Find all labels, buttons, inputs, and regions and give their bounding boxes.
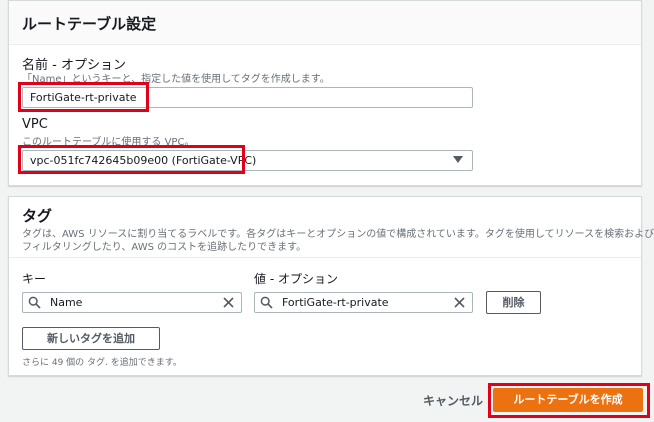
remove-tag-button[interactable]: 削除 (486, 291, 541, 314)
route-table-settings-panel: ルートテーブル設定 名前 - オプション 「Name」というキーと、指定した値を… (8, 0, 642, 186)
tags-panel: タグ タグは、AWS リソースに割り当てるラベルです。各タグはキーとオプションの… (8, 196, 654, 376)
tag-limit-text: さらに 49 個の タグ. を追加できます。 (22, 358, 182, 368)
vpc-label: VPC (22, 117, 48, 132)
panel-title: ルートテーブル設定 (22, 15, 157, 33)
clear-value-icon[interactable] (454, 297, 465, 308)
add-tag-button[interactable]: 新しいタグを追加 (22, 327, 160, 350)
create-route-table-button[interactable]: ルートテーブルを作成 (493, 388, 643, 412)
tag-key-input[interactable]: Name (22, 292, 242, 313)
tags-divider (9, 257, 641, 258)
value-column-header: 値 - オプション (254, 272, 338, 286)
name-description: 「Name」というキーと、指定した値を使用してタグを作成します。 (22, 74, 330, 85)
vpc-selected-value: vpc-051fc742645b09e00 (FortiGate-VPC) (30, 154, 257, 167)
tags-title: タグ (22, 207, 53, 225)
tags-description-line2: フィルタリングしたり、AWS のコストを追跡したりできます。 (22, 242, 307, 253)
caret-down-icon[interactable] (453, 156, 463, 164)
search-icon (28, 296, 41, 309)
cancel-button[interactable]: キャンセル (423, 392, 483, 409)
panel-header: ルートテーブル設定 (9, 1, 641, 45)
vpc-description: このルートテーブルに使用する VPC。 (22, 137, 195, 148)
vpc-select[interactable]: vpc-051fc742645b09e00 (FortiGate-VPC) (22, 150, 473, 171)
name-input[interactable]: FortiGate-rt-private (22, 87, 473, 108)
search-icon (260, 296, 273, 309)
key-column-header: キー (22, 272, 47, 286)
clear-key-icon[interactable] (223, 297, 234, 308)
tag-value-input[interactable]: FortiGate-rt-private (254, 292, 473, 313)
